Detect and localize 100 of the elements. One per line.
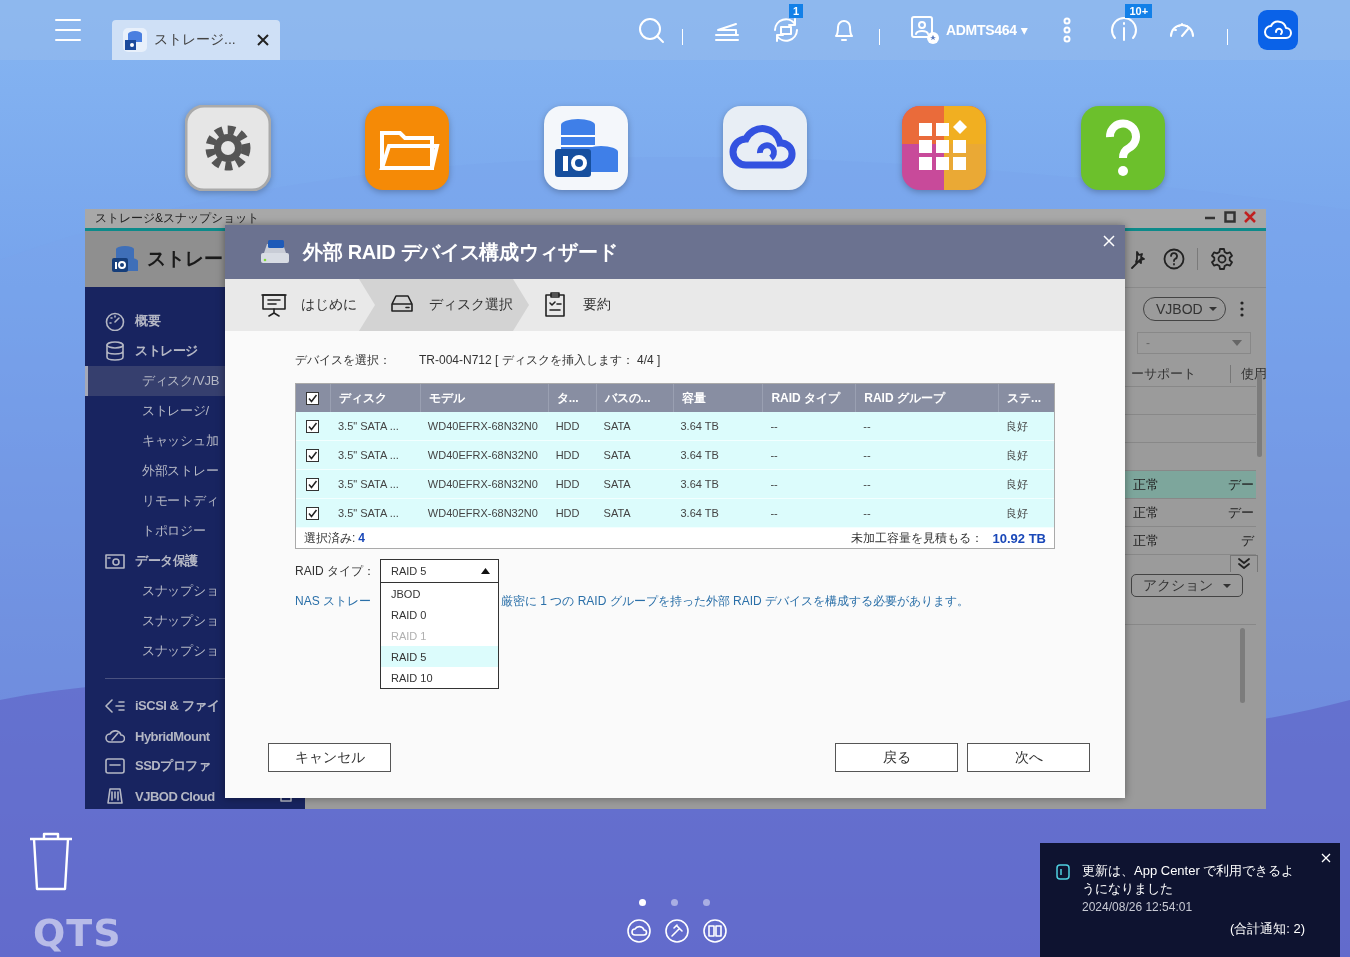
notification-message: 更新は、App Center で利用できるようになりました: [1082, 862, 1296, 898]
sidebar-item[interactable]: 概要: [85, 306, 225, 336]
wizard-step[interactable]: はじめに: [225, 279, 359, 331]
info-text: 厳密に 1 つの RAID グループを持った外部 RAID デバイスを構成する必要があります。: [501, 593, 971, 610]
tools-icon[interactable]: [665, 919, 689, 943]
table-cell-text: 良好: [1005, 447, 1030, 463]
raid-drive-icon: [259, 239, 291, 265]
checkbox[interactable]: [306, 391, 320, 405]
cloud-icon[interactable]: [627, 919, 651, 943]
brand-logo: QTS: [33, 911, 122, 955]
dropdown-option[interactable]: RAID 10: [381, 667, 498, 688]
wizard-step[interactable]: ディスク選択: [359, 279, 529, 331]
dialog-title: 外部 RAID デバイス構成ウィザード: [303, 239, 618, 265]
sidebar-item[interactable]: スナップショ: [85, 636, 225, 666]
raid-type-dropdown[interactable]: RAID 5: [380, 559, 499, 583]
dropdown-option[interactable]: RAID 0: [381, 604, 498, 625]
folder-icon[interactable]: [364, 105, 450, 191]
sync-icon[interactable]: [771, 16, 801, 44]
sidebar-item[interactable]: リモートディ: [85, 486, 225, 516]
table-cell-text: SATA: [602, 449, 632, 461]
camera-icon: [105, 551, 125, 571]
database-icon: [105, 341, 125, 361]
storage-app-icon[interactable]: [543, 105, 629, 191]
help-icon[interactable]: [1163, 248, 1185, 270]
info-icon[interactable]: [1109, 16, 1140, 44]
sidebar-item[interactable]: キャッシュ加: [85, 426, 225, 456]
table-cell-text: 3.64 TB: [679, 478, 720, 490]
sidebar-item[interactable]: トポロジー: [85, 516, 225, 546]
sidebar-item[interactable]: ストレージ/: [85, 396, 225, 426]
caret-icon: [1208, 306, 1217, 312]
trash-icon[interactable]: [28, 831, 74, 891]
sidebar-item[interactable]: ストレージ: [85, 336, 225, 366]
cloud-button[interactable]: [1258, 10, 1299, 50]
cloud-icon[interactable]: [722, 105, 808, 191]
close-icon[interactable]: [256, 33, 270, 47]
column-header: ーサポート: [1131, 365, 1196, 383]
capacity-value: 10.92 TB: [992, 530, 1046, 546]
maximize-icon[interactable]: [1224, 211, 1236, 223]
sidebar-item[interactable]: 外部ストレー: [85, 456, 225, 486]
storage-app-icon: [111, 244, 139, 274]
scrollbar[interactable]: [1240, 628, 1245, 703]
sidebar-item[interactable]: SSDプロファ: [85, 751, 225, 781]
more-icon[interactable]: [1239, 301, 1244, 317]
settings-icon[interactable]: [1210, 247, 1234, 271]
caret-icon: [1232, 340, 1242, 346]
table-cell-text: 3.64 TB: [679, 507, 720, 519]
table-row[interactable]: 3.5" SATA ... WD40EFRX-68N32N0 HDD SATA 3.64 TB -- -- 良好: [296, 499, 1054, 528]
triangle-up-icon: [481, 568, 490, 574]
help-icon[interactable]: [1080, 105, 1166, 191]
back-button[interactable]: 戻る: [835, 743, 958, 772]
table-cell-text: --: [862, 420, 872, 432]
app-grid-icon[interactable]: [901, 105, 987, 191]
action-button[interactable]: アクション: [1131, 574, 1243, 597]
checkbox[interactable]: [306, 506, 320, 520]
page-dot[interactable]: [703, 899, 710, 906]
notification-total: (合計通知: 2): [1230, 920, 1306, 938]
sidebar-item[interactable]: ディスク/VJB: [85, 366, 225, 396]
page-dot[interactable]: [671, 899, 678, 906]
sidebar-item[interactable]: スナップショ: [85, 576, 225, 606]
field-label: 未加工容量を見積もる：: [850, 529, 983, 547]
book-icon[interactable]: [703, 919, 727, 943]
table-cell-text: 3.5" SATA ...: [336, 449, 400, 461]
table-cell-text: 良好: [1005, 418, 1030, 434]
field-label: 選択済み:: [304, 529, 356, 547]
checkbox[interactable]: [306, 477, 320, 491]
table-row[interactable]: 3.5" SATA ... WD40EFRX-68N32N0 HDD SATA 3.64 TB -- -- 良好: [296, 441, 1054, 470]
notification-badge: 10+: [1125, 4, 1153, 18]
sidebar-item[interactable]: データ保護: [85, 546, 225, 576]
selected-count: 4: [358, 531, 366, 545]
table-row[interactable]: 3.5" SATA ... WD40EFRX-68N32N0 HDD SATA 3.64 TB -- -- 良好: [296, 470, 1054, 499]
table-cell-text: 良好: [1005, 505, 1030, 521]
collapse-button[interactable]: [1230, 555, 1258, 572]
sidebar-item[interactable]: スナップショ: [85, 606, 225, 636]
table-cell: 正常: [1133, 503, 1159, 522]
table-cell-text: 3.5" SATA ...: [336, 507, 400, 519]
cancel-button[interactable]: キャンセル: [268, 743, 391, 772]
page-dot[interactable]: [639, 899, 646, 906]
checkbox[interactable]: [306, 448, 320, 462]
update-icon: [1056, 864, 1070, 880]
sidebar-item[interactable]: iSCSI & ファイ: [85, 691, 225, 721]
field-label: デバイスを選択：: [295, 351, 392, 369]
table-cell-text: WD40EFRX-68N32N0: [426, 478, 539, 490]
presentation-icon: [261, 292, 287, 318]
sidebar-item[interactable]: HybridMount: [85, 721, 225, 751]
app-tab[interactable]: ストレージ...: [112, 20, 280, 60]
table-cell-text: --: [769, 449, 779, 461]
settings-icon[interactable]: [185, 105, 271, 191]
table-cell-text: 3.64 TB: [679, 420, 720, 432]
dropdown-option[interactable]: JBOD: [381, 583, 498, 604]
table-cell-text: SATA: [602, 507, 632, 519]
checkbox[interactable]: [306, 419, 320, 433]
table-cell-text: WD40EFRX-68N32N0: [426, 449, 539, 461]
table-cell-text: 3.64 TB: [679, 449, 720, 461]
table-row[interactable]: 正常 デー: [1125, 471, 1256, 499]
next-button[interactable]: 次へ: [967, 743, 1090, 772]
table-cell-text: 良好: [1005, 476, 1030, 492]
wizard-step[interactable]: 要約: [529, 279, 611, 331]
table-row[interactable]: 3.5" SATA ... WD40EFRX-68N32N0 HDD SATA 3.64 TB -- -- 良好: [296, 412, 1054, 441]
table-cell: 正常: [1133, 475, 1159, 494]
dropdown-option[interactable]: RAID 5: [381, 646, 498, 667]
